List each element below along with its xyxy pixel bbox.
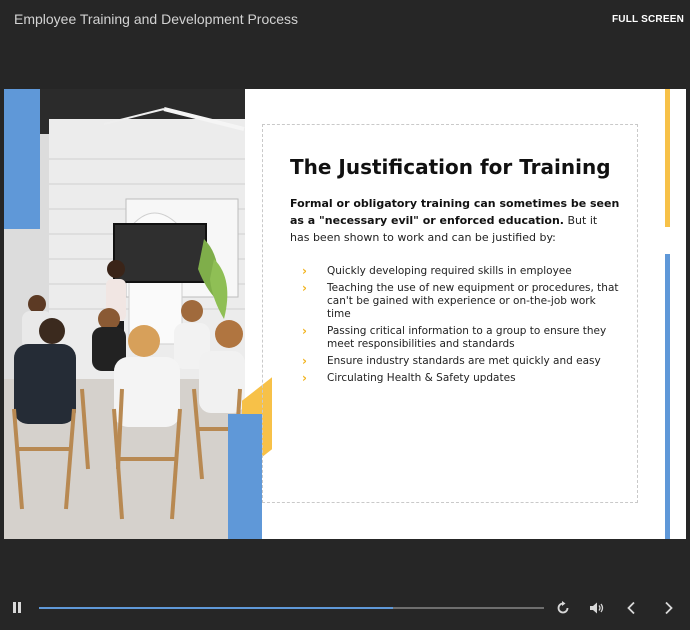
player-header: Employee Training and Development Proces… xyxy=(0,0,690,40)
decor-blue-left xyxy=(4,89,40,229)
chevron-right-icon: › xyxy=(302,281,307,295)
chevron-right-icon: › xyxy=(302,264,307,278)
decor-blue-shape xyxy=(228,414,262,539)
slide: The Justification for Training Formal or… xyxy=(4,89,686,539)
chevron-right-icon: › xyxy=(302,371,307,385)
prev-icon[interactable] xyxy=(625,601,637,615)
decor-yellow-bar xyxy=(665,89,670,227)
pause-icon[interactable] xyxy=(12,602,22,614)
list-item: › Teaching the use of new equipment or pr… xyxy=(302,281,619,321)
slide-intro: Formal or obligatory training can someti… xyxy=(290,195,620,246)
course-title: Employee Training and Development Proces… xyxy=(14,11,299,27)
decor-blue-bar xyxy=(665,254,670,539)
list-item: › Circulating Health & Safety updates xyxy=(302,371,516,385)
chevron-right-icon: › xyxy=(302,324,307,338)
list-item: › Quickly developing required skills in e… xyxy=(302,264,572,278)
bullet-list: › Quickly developing required skills in e… xyxy=(301,265,621,389)
chevron-right-icon: › xyxy=(302,354,307,368)
player-controls xyxy=(0,590,690,630)
next-icon[interactable] xyxy=(663,601,675,615)
volume-icon[interactable] xyxy=(589,601,605,615)
slide-heading: The Justification for Training xyxy=(290,155,611,179)
replay-icon[interactable] xyxy=(556,601,570,615)
progress-fill xyxy=(39,607,393,609)
list-item: › Passing critical information to a group… xyxy=(302,324,607,351)
list-item: › Ensure industry standards are met quick… xyxy=(302,354,601,368)
training-photo xyxy=(4,89,245,539)
progress-bar[interactable] xyxy=(39,607,544,609)
fullscreen-button[interactable]: FULL SCREEN xyxy=(612,14,684,25)
